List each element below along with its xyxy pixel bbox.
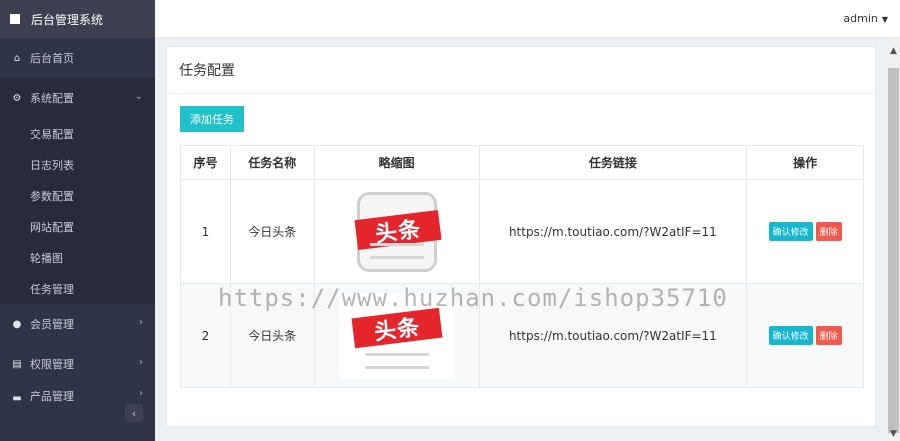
panel-title: 任务配置	[167, 47, 875, 94]
cell-actions: 确认修改 删除	[746, 179, 864, 284]
sidebar-item-home[interactable]: ⌂ 后台首页	[0, 38, 155, 78]
topbar: admin ▼	[155, 0, 900, 38]
sidebar-item-permissions[interactable]: ▤ 权限管理 ›	[0, 344, 155, 384]
logo-square-icon	[10, 14, 20, 24]
sidebar-item-system-config[interactable]: ⚙ 系统配置 ⌄	[0, 78, 155, 118]
delete-button[interactable]: 删除	[815, 222, 842, 241]
user-icon: ●	[12, 318, 22, 330]
sidebar-item-label: 产品管理	[30, 390, 74, 403]
sidebar-item-members[interactable]: ● 会员管理 ›	[0, 304, 155, 344]
scroll-up-arrow-icon[interactable]: ▲	[887, 46, 900, 56]
submenu-item-trade-config[interactable]: 交易配置	[0, 118, 155, 149]
cell-actions: 确认修改 删除	[746, 283, 864, 388]
table-row: 1 今日头条 头条 https://m.toutiao.com/?W2atIF=…	[180, 179, 864, 284]
delete-button[interactable]: 删除	[815, 326, 842, 345]
sidebar-item-label: 系统配置	[30, 92, 74, 105]
thumb-banner: 头条	[351, 307, 443, 348]
add-task-button[interactable]: 添加任务	[180, 106, 244, 132]
chevron-down-icon: ⌄	[134, 91, 143, 102]
sidebar-item-label: 权限管理	[30, 358, 74, 371]
task-config-panel: 任务配置 添加任务 序号 任务名称 略缩图 任务链接 操作 1 今日头条 头条	[166, 46, 876, 427]
submenu-item-log-list[interactable]: 日志列表	[0, 149, 155, 180]
confirm-edit-button[interactable]: 确认修改	[768, 222, 813, 241]
col-header-thumb: 略缩图	[313, 145, 480, 180]
submenu-item-carousel[interactable]: 轮播图	[0, 242, 155, 273]
sidebar-collapse-button[interactable]: ‹	[125, 404, 143, 422]
home-icon: ⌂	[13, 52, 21, 64]
cell-thumb: 头条	[313, 179, 480, 284]
table-header-row: 序号 任务名称 略缩图 任务链接 操作	[180, 145, 864, 180]
page-scrollbar[interactable]: ▲ ▼	[887, 38, 900, 441]
submenu-item-param-config[interactable]: 参数配置	[0, 180, 155, 211]
caret-down-icon: ▼	[881, 15, 888, 24]
username: admin	[843, 12, 878, 25]
scroll-thumb[interactable]	[888, 68, 899, 433]
submenu-item-task-manage[interactable]: 任务管理	[0, 273, 155, 304]
chevron-right-icon: ›	[139, 388, 143, 399]
thumb-lines	[364, 352, 429, 369]
toutiao-logo-thumbnail: 头条	[354, 191, 442, 272]
cell-name: 今日头条	[229, 179, 315, 284]
submenu-item-site-config[interactable]: 网站配置	[0, 211, 155, 242]
sidebar-item-products[interactable]: ▬ 产品管理 ›	[0, 384, 155, 404]
chevron-right-icon: ›	[139, 317, 143, 328]
sidebar: 后台管理系统 ⌂ 后台首页 ⚙ 系统配置 ⌄ 交易配置 日志列表 参数配置 网站…	[0, 0, 155, 441]
sidebar-item-label: 后台首页	[30, 52, 74, 65]
submenu-system-config: 交易配置 日志列表 参数配置 网站配置 轮播图 任务管理	[0, 118, 155, 304]
user-menu[interactable]: admin ▼	[843, 12, 888, 25]
col-header-link: 任务链接	[478, 145, 748, 180]
brand[interactable]: 后台管理系统	[0, 0, 155, 38]
thumb-lines	[369, 242, 424, 259]
cell-link: https://m.toutiao.com/?W2atIF=11	[478, 179, 748, 284]
id-card-icon: ▤	[12, 358, 22, 370]
col-header-id: 序号	[180, 145, 231, 180]
scroll-down-arrow-icon[interactable]: ▼	[887, 429, 900, 439]
watermark: https://www.huzhan.com/ishop35710	[218, 284, 728, 312]
gears-icon: ⚙	[12, 92, 22, 104]
task-table: 序号 任务名称 略缩图 任务链接 操作 1 今日头条 头条 https://m.…	[180, 145, 864, 388]
confirm-edit-button[interactable]: 确认修改	[768, 326, 813, 345]
sidebar-item-label: 会员管理	[30, 318, 74, 331]
brand-title: 后台管理系统	[31, 12, 104, 27]
chevron-right-icon: ›	[139, 357, 143, 368]
folder-icon: ▬	[12, 392, 22, 404]
cell-id: 1	[180, 179, 231, 284]
col-header-actions: 操作	[746, 145, 864, 180]
col-header-name: 任务名称	[229, 145, 315, 180]
